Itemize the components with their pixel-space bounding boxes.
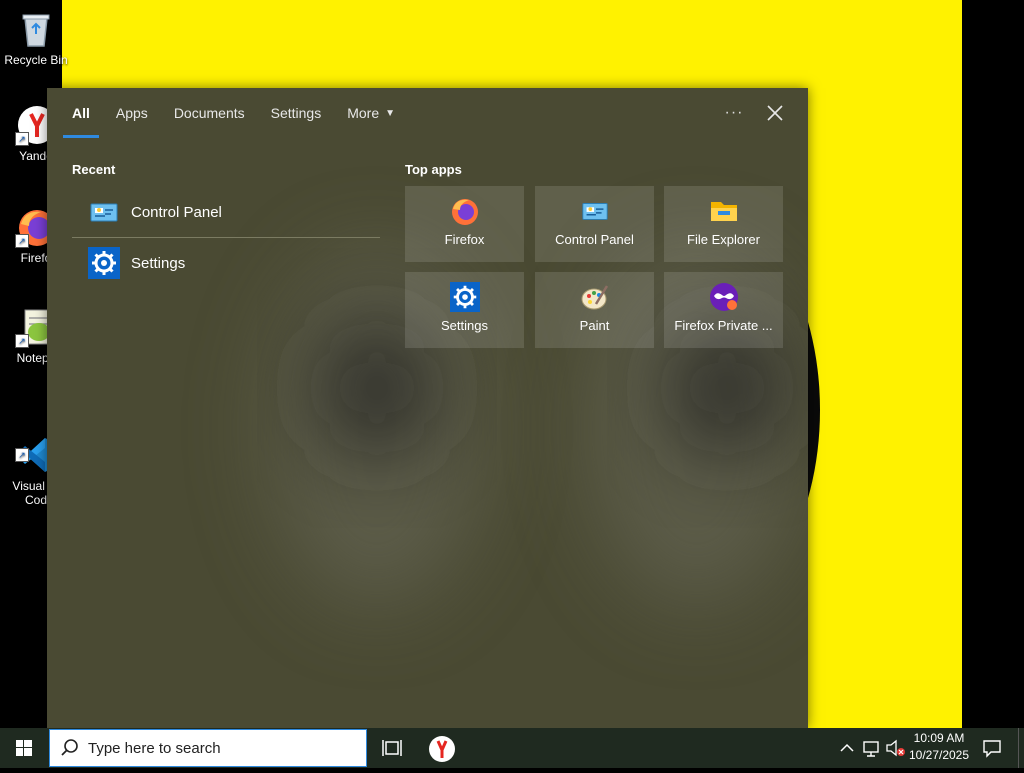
top-apps-heading: Top apps [405,162,462,177]
taskbar-yandex-browser[interactable] [428,735,456,763]
panel-blurred-background [267,248,807,608]
app-tile-label: File Explorer [687,232,760,247]
tab-label: Documents [173,105,245,121]
taskbar-clock[interactable]: 10:09 AM 10/27/2025 [904,730,974,764]
recent-item-label: Control Panel [131,203,222,221]
volume-tray-button[interactable] [884,728,906,768]
recycle-bin-icon [15,8,57,50]
app-tile-file-explorer[interactable]: File Explorer [664,186,783,262]
volume-muted-icon [886,739,905,757]
clock-time: 10:09 AM [913,731,965,745]
firefox-icon [450,196,480,226]
tab-apps[interactable]: Apps [103,88,161,138]
settings-gear-icon [449,282,480,312]
app-tile-label: Control Panel [555,232,634,247]
recent-item-control-panel[interactable]: Control Panel [72,187,380,237]
show-hidden-icons-button[interactable] [838,728,856,768]
network-tray-button[interactable] [860,728,882,768]
network-icon [863,741,879,757]
app-tile-firefox-private[interactable]: Firefox Private ... [664,272,783,348]
search-placeholder: Type here to search [88,739,221,757]
task-view-button[interactable] [378,734,406,762]
tab-documents[interactable]: Documents [161,88,258,138]
recent-item-label: Settings [131,254,186,272]
app-tile-label: Paint [579,318,610,333]
tab-more[interactable]: More ▼ [334,88,408,138]
clock-date: 10/27/2025 [908,748,970,762]
search-tabs: All Apps Documents Settings More ▼ [59,88,408,138]
chevron-down-icon: ▼ [385,107,396,119]
shortcut-arrow-icon: ↗ [15,448,29,462]
task-view-icon [382,740,402,756]
app-tile-paint[interactable]: Paint [535,272,654,348]
shortcut-arrow-icon: ↗ [15,132,29,146]
tab-label: More [347,105,380,121]
windows-logo-icon [16,740,32,756]
tab-label: Settings [270,105,322,121]
desktop-icon-label: Recycle Bin [4,53,68,67]
recent-heading: Recent [72,162,116,177]
wallpaper-black-strip [962,0,1024,728]
app-tile-settings[interactable]: Settings [405,272,524,348]
paint-icon [580,282,610,312]
file-explorer-icon [709,196,739,226]
chevron-up-icon [840,743,854,752]
settings-gear-icon [88,247,120,279]
control-panel-icon [580,196,610,226]
search-panel: All Apps Documents Settings More ▼ ··· Re… [47,88,808,728]
app-tile-control-panel[interactable]: Control Panel [535,186,654,262]
app-tile-label: Firefox [444,232,485,247]
action-center-button[interactable] [980,736,1004,760]
yandex-browser-icon [429,736,455,762]
more-options-button[interactable]: ··· [721,102,747,124]
tab-all[interactable]: All [59,88,103,138]
desktop-icon-recycle-bin[interactable]: Recycle Bin [0,8,72,67]
close-button[interactable] [762,100,788,126]
recent-item-settings[interactable]: Settings [72,238,380,288]
shortcut-arrow-icon: ↗ [15,334,29,348]
tab-label: All [72,105,90,121]
search-icon [60,738,80,758]
tab-label: Apps [115,105,148,121]
firefox-private-icon [709,282,739,312]
app-tile-firefox[interactable]: Firefox [405,186,524,262]
taskbar-search-box[interactable]: Type here to search [49,729,367,767]
notification-icon [983,740,1001,758]
start-button[interactable] [0,728,48,768]
app-tile-label: Firefox Private ... [674,318,773,333]
control-panel-icon [88,196,120,228]
shortcut-arrow-icon: ↗ [15,234,29,248]
taskbar: Type here to search 10:09 AM 10/27/2025 [0,728,1024,768]
close-icon [767,105,783,121]
tab-settings[interactable]: Settings [258,88,335,138]
app-tile-label: Settings [441,318,488,333]
show-desktop-button[interactable] [1018,728,1024,768]
